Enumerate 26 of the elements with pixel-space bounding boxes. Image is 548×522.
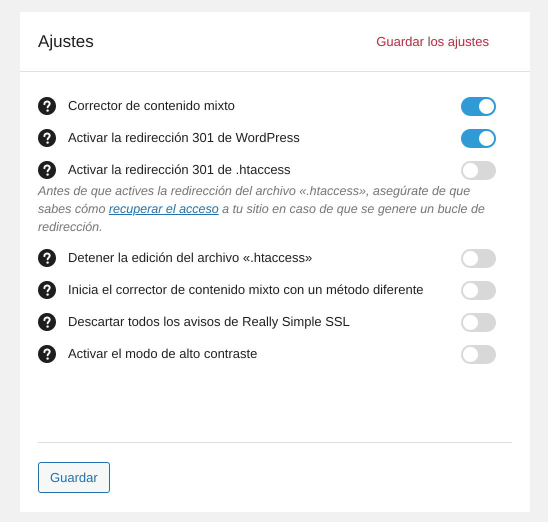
warning-note: Antes de que actives la redirección del archivo «.htaccess», asegúrate de que sabes cómo recuperar el acceso a tu sitio en caso de que se genere un bucle de redirección. [38,183,486,236]
card-title: Ajustes [38,30,94,53]
help-icon[interactable] [38,161,56,179]
help-icon[interactable] [38,129,56,147]
help-icon[interactable] [38,313,56,331]
help-icon[interactable] [38,345,56,363]
setting-label: Activar la redirección 301 de .htaccess [68,161,292,180]
toggle-switch[interactable] [461,128,496,148]
toggle-switch[interactable] [461,96,496,116]
help-icon[interactable] [38,281,56,299]
setting-label: Corrector de contenido mixto [68,97,236,116]
save-button[interactable]: Guardar [38,462,110,493]
recover-access-link[interactable]: recuperar el acceso [108,202,219,216]
setting-label: Descartar todos los avisos de Really Simple SSL [68,313,351,332]
toggle-switch[interactable] [461,160,496,180]
setting-label: Activar el modo de alto contraste [68,345,258,364]
save-settings-link[interactable]: Guardar los ajustes [376,32,489,52]
setting-label: Detener la edición del archivo «.htaccess» [68,249,314,268]
toggle-switch[interactable] [461,280,496,300]
setting-label: Activar la redirección 301 de WordPress [68,129,301,148]
setting-label: Inicia el corrector de contenido mixto con un método diferente [68,281,425,300]
toggle-switch[interactable] [461,344,496,364]
toggle-switch[interactable] [461,248,496,268]
toggle-switch[interactable] [461,312,496,332]
help-icon[interactable] [38,97,56,115]
help-icon[interactable] [38,249,56,267]
